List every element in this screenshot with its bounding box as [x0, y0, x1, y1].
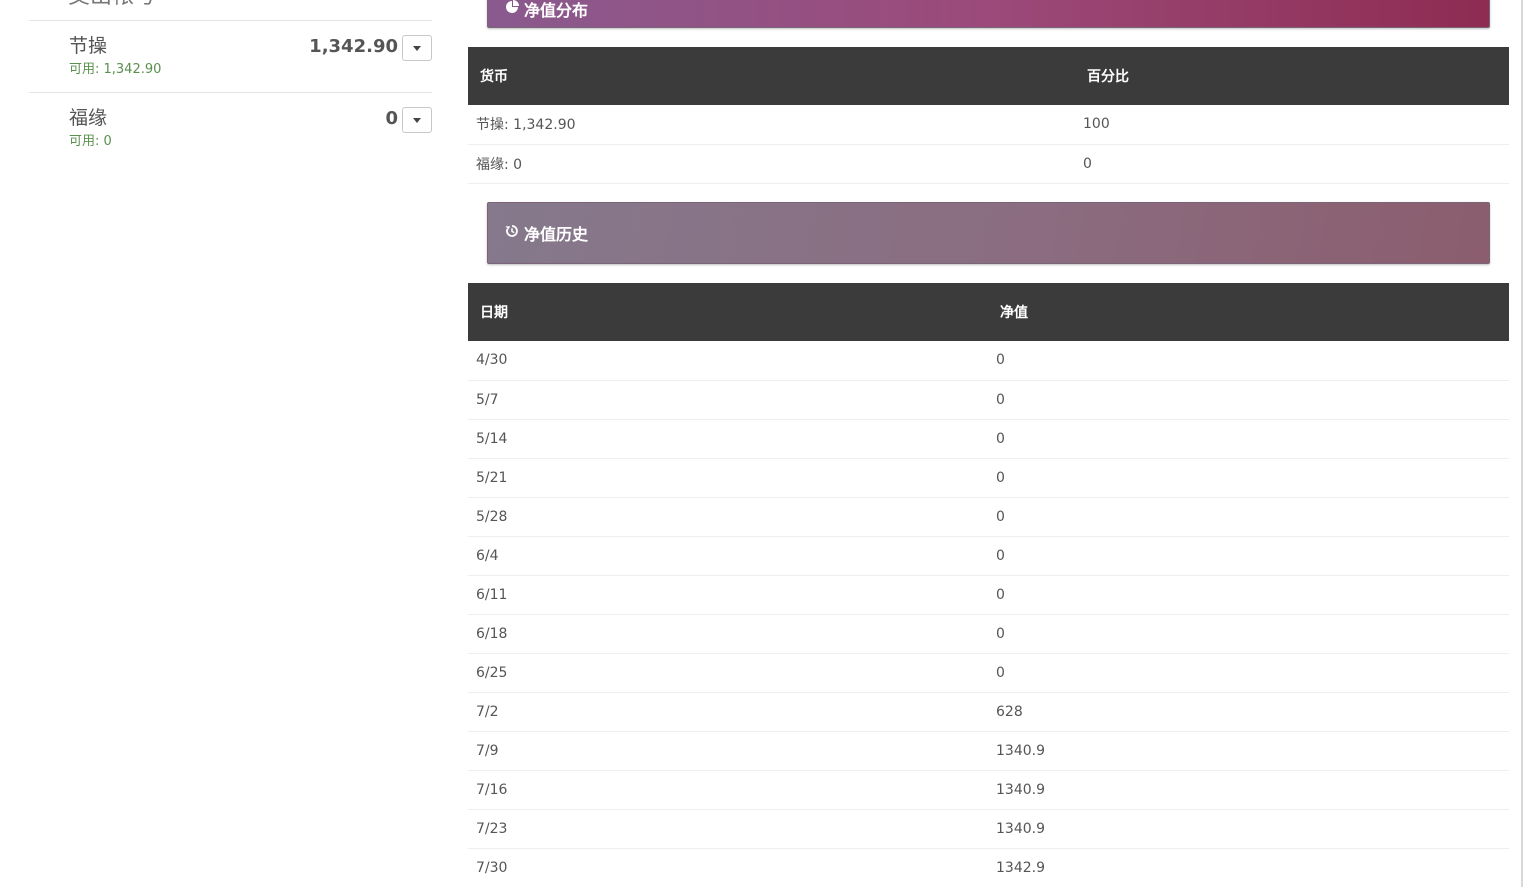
caret-down-icon [413, 45, 421, 51]
cell-date: 6/4 [468, 536, 992, 576]
cell-date: 7/2 [468, 692, 992, 732]
column-header-percent: 百分比 [1079, 47, 1509, 105]
distribution-panel-title: 净值分布 [524, 1, 589, 20]
cell-net-value: 0 [992, 575, 1509, 615]
table-row: 4/30 0 [468, 341, 1509, 381]
table-header-row: 货币 百分比 [468, 47, 1509, 105]
account-dropdown-button[interactable] [402, 35, 432, 61]
cell-percent: 100 [1079, 105, 1509, 145]
caret-down-icon [413, 117, 421, 123]
table-row: 6/18 0 [468, 614, 1509, 654]
table-row: 5/7 0 [468, 380, 1509, 420]
sidebar-section-title: 交出帐号 [68, 0, 156, 8]
cell-date: 6/18 [468, 614, 992, 654]
cell-date: 5/28 [468, 497, 992, 537]
cell-date: 5/7 [468, 380, 992, 420]
cell-date: 5/14 [468, 419, 992, 459]
cell-date: 4/30 [468, 341, 992, 381]
table-row: 5/14 0 [468, 419, 1509, 459]
history-panel-header: 净值历史 [487, 202, 1490, 264]
cell-date: 7/23 [468, 809, 992, 849]
table-row: 7/16 1340.9 [468, 770, 1509, 810]
history-table: 日期 净值 4/30 0 5/7 0 5/14 0 5/21 0 5/28 0 6/4 0 6/11 0 6… [468, 283, 1509, 887]
cell-net-value: 0 [992, 380, 1509, 420]
table-row: 6/25 0 [468, 653, 1509, 693]
cell-net-value: 1340.9 [992, 770, 1509, 810]
sidebar-divider [29, 20, 432, 21]
account-available: 可用: 1,342.90 [69, 62, 162, 77]
pie-chart-icon [505, 0, 519, 18]
table-row: 7/30 1342.9 [468, 848, 1509, 887]
cell-net-value: 1342.9 [992, 848, 1509, 887]
account-row-fuyuan: 福缘 可用: 0 0 [69, 107, 432, 149]
cell-net-value: 1340.9 [992, 809, 1509, 849]
cell-net-value: 0 [992, 653, 1509, 693]
table-row: 7/2 628 [468, 692, 1509, 732]
history-icon [505, 224, 519, 242]
table-row: 节操: 1,342.90 100 [468, 105, 1509, 145]
table-row: 6/11 0 [468, 575, 1509, 615]
cell-net-value: 0 [992, 458, 1509, 498]
account-balance: 1,342.90 [309, 36, 398, 57]
cell-net-value: 0 [992, 419, 1509, 459]
table-row: 5/21 0 [468, 458, 1509, 498]
cell-net-value: 628 [992, 692, 1509, 732]
cell-date: 7/16 [468, 770, 992, 810]
column-header-net-value: 净值 [992, 283, 1509, 341]
table-row: 6/4 0 [468, 536, 1509, 576]
table-row: 7/23 1340.9 [468, 809, 1509, 849]
sidebar-divider [29, 92, 432, 93]
table-row: 5/28 0 [468, 497, 1509, 537]
account-row-jiecao: 节操 可用: 1,342.90 1,342.90 [69, 35, 432, 77]
distribution-panel-header: 净值分布 [487, 0, 1490, 28]
account-available: 可用: 0 [69, 134, 112, 149]
account-dropdown-button[interactable] [402, 107, 432, 133]
cell-net-value: 0 [992, 341, 1509, 381]
cell-net-value: 0 [992, 497, 1509, 537]
column-header-currency: 货币 [468, 47, 1079, 105]
cell-currency: 节操: 1,342.90 [468, 105, 1079, 145]
cell-date: 7/30 [468, 848, 992, 887]
cell-date: 5/21 [468, 458, 992, 498]
table-row: 福缘: 0 0 [468, 144, 1509, 184]
account-name: 福缘 [69, 107, 108, 129]
account-balance: 0 [385, 108, 398, 129]
column-header-date: 日期 [468, 283, 992, 341]
cell-percent: 0 [1079, 144, 1509, 184]
cell-net-value: 1340.9 [992, 731, 1509, 771]
table-row: 7/9 1340.9 [468, 731, 1509, 771]
wallet-page: 交出帐号 节操 可用: 1,342.90 1,342.90 福缘 可用: 0 0… [0, 0, 1523, 887]
cell-date: 7/9 [468, 731, 992, 771]
cell-date: 6/25 [468, 653, 992, 693]
history-panel-title: 净值历史 [524, 225, 589, 244]
distribution-table: 货币 百分比 节操: 1,342.90 100 福缘: 0 0 [468, 47, 1509, 184]
cell-net-value: 0 [992, 536, 1509, 576]
cell-net-value: 0 [992, 614, 1509, 654]
table-header-row: 日期 净值 [468, 283, 1509, 341]
cell-date: 6/11 [468, 575, 992, 615]
cell-currency: 福缘: 0 [468, 144, 1079, 184]
